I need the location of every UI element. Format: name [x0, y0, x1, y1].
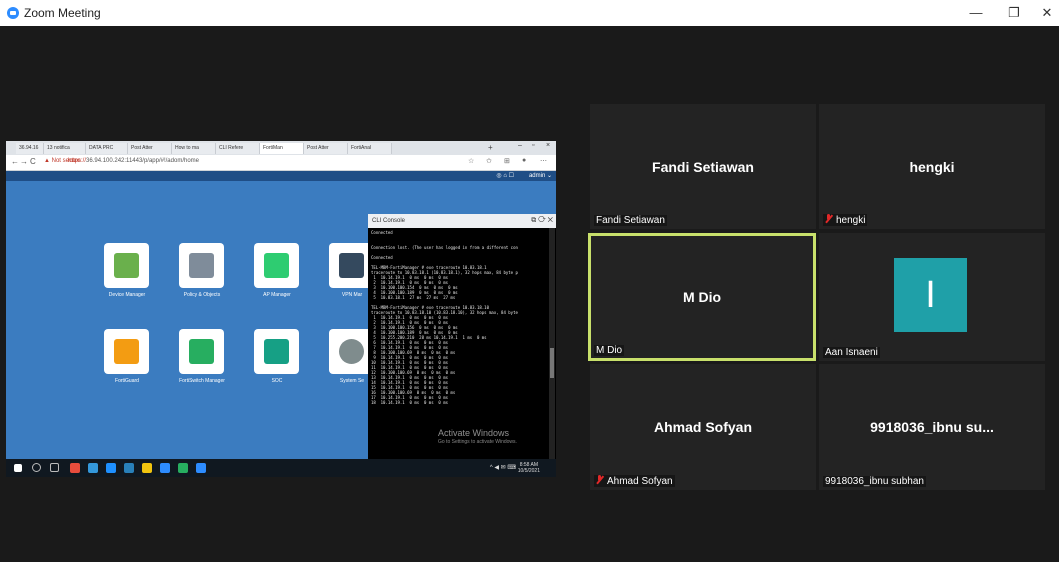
- participant-name-label: Ahmad Sofyan: [594, 475, 675, 487]
- header-icons[interactable]: ◎ ⌂ ☐: [496, 172, 514, 179]
- cli-controls[interactable]: ⧉ ⟳ ✕: [531, 214, 553, 228]
- tile-label: FortiGuard: [115, 378, 139, 384]
- restore-button[interactable]: ❐: [1004, 4, 1024, 22]
- shared-screen[interactable]: 36.94.16 13 notifica DATA PRC Post Atter…: [6, 141, 556, 477]
- participant-name-label: Fandi Setiawan: [594, 215, 667, 226]
- activate-windows-subtitle: Go to Settings to activate Windows.: [438, 439, 517, 445]
- browser-restore-icon[interactable]: ▫: [532, 142, 534, 149]
- participant-display-name: Fandi Setiawan: [652, 158, 754, 175]
- tile-label: SOC: [271, 378, 283, 384]
- edge-icon[interactable]: [88, 463, 98, 473]
- participant-tile[interactable]: 9918036_ibnu su... 9918036_ibnu subhan: [819, 364, 1045, 490]
- participant-tile[interactable]: Fandi Setiawan Fandi Setiawan: [590, 104, 816, 229]
- browser-minimize-icon[interactable]: –: [518, 142, 522, 149]
- soc-tile[interactable]: [254, 329, 299, 374]
- participant-tile[interactable]: hengki hengki: [819, 104, 1045, 229]
- participant-tile-active-speaker[interactable]: M Dio M Dio: [588, 233, 816, 361]
- browser-tab[interactable]: How to ma: [172, 143, 216, 154]
- window-title: Zoom Meeting: [24, 6, 101, 20]
- system-tray[interactable]: ^ ◀ ✉ ⌨: [490, 464, 516, 471]
- app-icon[interactable]: [70, 463, 80, 473]
- zoom-logo-icon: [7, 7, 19, 19]
- participant-name-label: 9918036_ibnu subhan: [823, 476, 926, 487]
- analytics-icon: [264, 339, 289, 364]
- browser-tab-strip: 36.94.16 13 notifica DATA PRC Post Atter…: [6, 141, 556, 155]
- address-bar[interactable]: ← → C ▲ Not secure https://36.94.100.242…: [6, 155, 556, 171]
- taskbar-clock[interactable]: 8:58 AM 10/5/2021: [518, 462, 540, 474]
- more-icon[interactable]: ⋯: [540, 157, 547, 165]
- browser-tab[interactable]: Post Atter: [304, 143, 348, 154]
- new-tab-icon[interactable]: +: [488, 143, 493, 152]
- app-icon[interactable]: [106, 463, 116, 473]
- minimize-button[interactable]: —: [966, 4, 986, 22]
- admin-menu[interactable]: admin ⌄: [529, 172, 552, 179]
- browser-tab-active[interactable]: FortiMan: [260, 143, 304, 154]
- switch-icon: [189, 339, 214, 364]
- participant-tile[interactable]: Ahmad Sofyan Ahmad Sofyan: [590, 364, 816, 490]
- app-icon[interactable]: [178, 463, 188, 473]
- participant-display-name: Ahmad Sofyan: [653, 419, 753, 435]
- tile-label: AP Manager: [263, 292, 291, 298]
- participant-display-name: hengki: [909, 158, 955, 175]
- activate-windows-title: Activate Windows: [438, 428, 510, 438]
- zoom-icon[interactable]: [196, 463, 206, 473]
- device-manager-tile[interactable]: [104, 243, 149, 288]
- tile-label: Policy & Objects: [183, 292, 221, 298]
- participant-name-label: M Dio: [594, 345, 625, 356]
- participant-display-name: M Dio: [682, 289, 722, 305]
- app-icon[interactable]: [124, 463, 134, 473]
- back-icon[interactable]: ←: [11, 157, 19, 166]
- browser-close-icon[interactable]: ×: [546, 142, 550, 149]
- fortiguard-tile[interactable]: [104, 329, 149, 374]
- document-icon: [189, 253, 214, 278]
- muted-mic-icon: [825, 214, 833, 223]
- cli-console-title: CLI Console ⧉ ⟳ ✕: [368, 214, 556, 228]
- policy-objects-tile[interactable]: [179, 243, 224, 288]
- participant-name-label: hengki: [823, 214, 868, 226]
- monitor-icon: [339, 253, 364, 278]
- windows-start-icon[interactable]: [14, 464, 22, 472]
- browser-tab[interactable]: FortiAnal: [348, 143, 392, 154]
- browser-tab[interactable]: DATA PRC: [86, 143, 128, 154]
- window-titlebar: Zoom Meeting — ❐ ✕: [0, 0, 1059, 26]
- cli-line: 18 10.14.19.1 0 ms 0 ms 0 ms: [371, 400, 449, 405]
- cli-console[interactable]: CLI Console ⧉ ⟳ ✕ Connected Connection l…: [368, 214, 556, 459]
- participant-display-name: 9918036_ibnu su...: [870, 419, 994, 435]
- browser-tab[interactable]: 36.94.16: [16, 143, 44, 154]
- folder-icon[interactable]: [142, 463, 152, 473]
- close-button[interactable]: ✕: [1037, 4, 1057, 22]
- ap-manager-tile[interactable]: [254, 243, 299, 288]
- collections-icon[interactable]: ⊞: [504, 157, 510, 165]
- forward-icon[interactable]: →: [20, 157, 28, 166]
- cli-output[interactable]: Connected Connection lost. (The user has…: [371, 230, 547, 457]
- favorites-icon[interactable]: ✩: [486, 157, 492, 165]
- task-view-icon[interactable]: [50, 463, 59, 472]
- participant-tile[interactable]: I Aan Isnaeni: [819, 233, 1045, 361]
- gear-icon: [339, 339, 364, 364]
- meeting-stage: 36.94.16 13 notifica DATA PRC Post Atter…: [0, 26, 1059, 562]
- search-icon[interactable]: [32, 463, 41, 472]
- wireless-icon: [264, 253, 289, 278]
- tile-label: FortiSwitch Manager: [179, 378, 225, 384]
- participant-avatar: I: [894, 258, 967, 332]
- app-icon[interactable]: [160, 463, 170, 473]
- muted-mic-icon: [596, 475, 604, 484]
- windows-taskbar: ^ ◀ ✉ ⌨ 8:58 AM 10/5/2021: [6, 459, 556, 477]
- server-icon: [114, 253, 139, 278]
- profile-icon[interactable]: ●: [522, 157, 526, 164]
- browser-tab[interactable]: Post Atter: [128, 143, 172, 154]
- cli-scrollbar[interactable]: [549, 228, 555, 459]
- url-text: https://36.94.100.242:11443/p/app/#!/ado…: [68, 158, 199, 164]
- extension-icon[interactable]: ☆: [468, 157, 474, 165]
- browser-tab[interactable]: CLI Refere: [216, 143, 260, 154]
- browser-tab[interactable]: 13 notifica: [44, 143, 86, 154]
- participant-name-label: Aan Isnaeni: [823, 347, 880, 358]
- tile-label: Device Manager: [108, 292, 146, 298]
- app-header: ◎ ⌂ ☐ admin ⌄: [6, 171, 556, 181]
- reload-icon[interactable]: C: [30, 157, 36, 166]
- fortiswitch-manager-tile[interactable]: [179, 329, 224, 374]
- shield-icon: [114, 339, 139, 364]
